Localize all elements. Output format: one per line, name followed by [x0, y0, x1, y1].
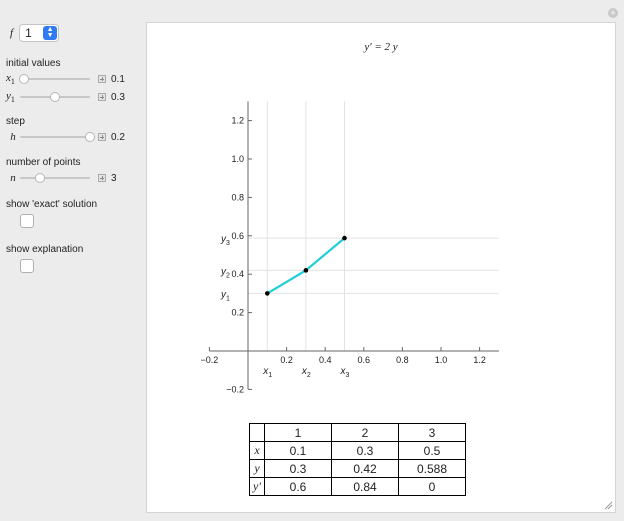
plot: −0.2 0.2 0.4 0.6 0.8 1.0 1.2 1.2 1.0 0.8 0.6 0.4 0.2…: [201, 101, 499, 394]
n-value: 3: [111, 172, 117, 184]
y-marker-label: y2: [220, 266, 230, 279]
h-slider-thumb[interactable]: [85, 132, 95, 142]
table-corner: [249, 423, 265, 442]
table-header-2: 2: [331, 423, 399, 442]
x1-label: x1: [6, 72, 15, 86]
exact-solution-checkbox[interactable]: [20, 214, 34, 228]
table-cell: 0: [398, 477, 466, 496]
f-label: f: [10, 27, 14, 39]
x1-expand-icon[interactable]: [98, 75, 106, 83]
x-tick-label: 1.0: [435, 355, 448, 365]
reset-plus-icon[interactable]: +: [608, 8, 618, 18]
y-tick-label: 0.2: [231, 308, 244, 318]
n-slider[interactable]: [20, 173, 90, 183]
f-select[interactable]: 1 ▲ ▼: [19, 24, 60, 42]
resize-handle-icon[interactable]: [603, 500, 613, 510]
results-table: 1 2 3 x 0.1 0.3 0.5 y 0.3 0.42 0.588 y′ …: [249, 423, 466, 496]
data-point: [303, 268, 309, 273]
chevron-updown-icon: ▲ ▼: [43, 26, 58, 40]
x1-control: x1 0.1: [6, 72, 125, 86]
output-pane: y′ = 2 y −0.2 0.2 0.4 0.6 0.8 1.0 1.2 1.2 1.0 0.8…: [146, 22, 616, 513]
table-cell: 0.84: [331, 477, 399, 496]
x-tick-label: 0.4: [319, 355, 332, 365]
table-cell: 0.5: [398, 441, 466, 460]
x-tick-label: 0.8: [396, 355, 409, 365]
table-header-3: 3: [398, 423, 466, 442]
n-control: n 3: [6, 172, 117, 184]
table-row: y′ 0.6 0.84 0: [249, 477, 466, 496]
table-row: y 0.3 0.42 0.588: [249, 459, 466, 478]
y-tick-label: −0.2: [226, 384, 244, 394]
initial-values-label: initial values: [6, 58, 61, 69]
y-tick-label: 0.4: [231, 269, 244, 279]
x-tick-label: −0.2: [201, 355, 219, 365]
f-select-value: 1: [25, 26, 32, 40]
data-point: [342, 235, 347, 241]
y-marker-label: y3: [220, 234, 230, 247]
table-row-label: y′: [249, 477, 265, 496]
y-tick-label: 0.6: [231, 231, 244, 241]
x-marker-label: x2: [301, 366, 311, 379]
n-label: n: [10, 172, 16, 184]
n-expand-icon[interactable]: [98, 174, 106, 182]
y1-value: 0.3: [111, 91, 125, 103]
table-cell: 0.42: [331, 459, 399, 478]
y-marker-label: y1: [220, 289, 230, 302]
f-control: f 1 ▲ ▼: [10, 24, 60, 42]
table-header-row: 1 2 3: [249, 423, 466, 442]
h-expand-icon[interactable]: [98, 133, 106, 141]
y1-expand-icon[interactable]: [98, 93, 106, 101]
table-cell: 0.3: [331, 441, 399, 460]
x-marker-label: x1: [262, 366, 272, 379]
h-slider[interactable]: [20, 132, 95, 142]
y1-slider-thumb[interactable]: [50, 92, 60, 102]
x1-slider[interactable]: [18, 74, 90, 84]
y1-control: y1 0.3: [6, 90, 125, 104]
points-label: number of points: [6, 157, 81, 168]
y1-label: y1: [6, 90, 15, 104]
y-tick-label: 0.8: [231, 192, 244, 202]
data-point: [265, 291, 270, 296]
table-header-1: 1: [264, 423, 332, 442]
control-panel: f 1 ▲ ▼ initial values x1 0.1 y1 0.3 step…: [0, 0, 146, 521]
step-label: step: [6, 116, 25, 127]
table-row-label: x: [249, 441, 265, 460]
h-label: h: [10, 131, 16, 143]
y-tick-label: 1.2: [231, 116, 244, 126]
x-marker-label: x3: [340, 366, 350, 379]
x-tick-label: 0.6: [358, 355, 371, 365]
x-tick-label: 0.2: [280, 355, 293, 365]
x1-slider-thumb[interactable]: [18, 74, 29, 84]
y-tick-label: 1.0: [231, 154, 244, 164]
table-cell: 0.6: [264, 477, 332, 496]
explanation-label: show explanation: [6, 244, 84, 255]
x1-value: 0.1: [111, 73, 125, 85]
n-slider-thumb[interactable]: [34, 173, 45, 183]
h-value: 0.2: [111, 131, 125, 143]
h-control: h 0.2: [6, 131, 125, 143]
x-tick-label: 1.2: [473, 355, 486, 365]
table-row: x 0.1 0.3 0.5: [249, 441, 466, 460]
table-row-label: y: [249, 459, 265, 478]
table-cell: 0.588: [398, 459, 466, 478]
exact-solution-label: show 'exact' solution: [6, 199, 98, 210]
y1-slider[interactable]: [20, 92, 90, 102]
table-cell: 0.3: [264, 459, 332, 478]
table-cell: 0.1: [264, 441, 332, 460]
explanation-checkbox[interactable]: [20, 259, 34, 273]
